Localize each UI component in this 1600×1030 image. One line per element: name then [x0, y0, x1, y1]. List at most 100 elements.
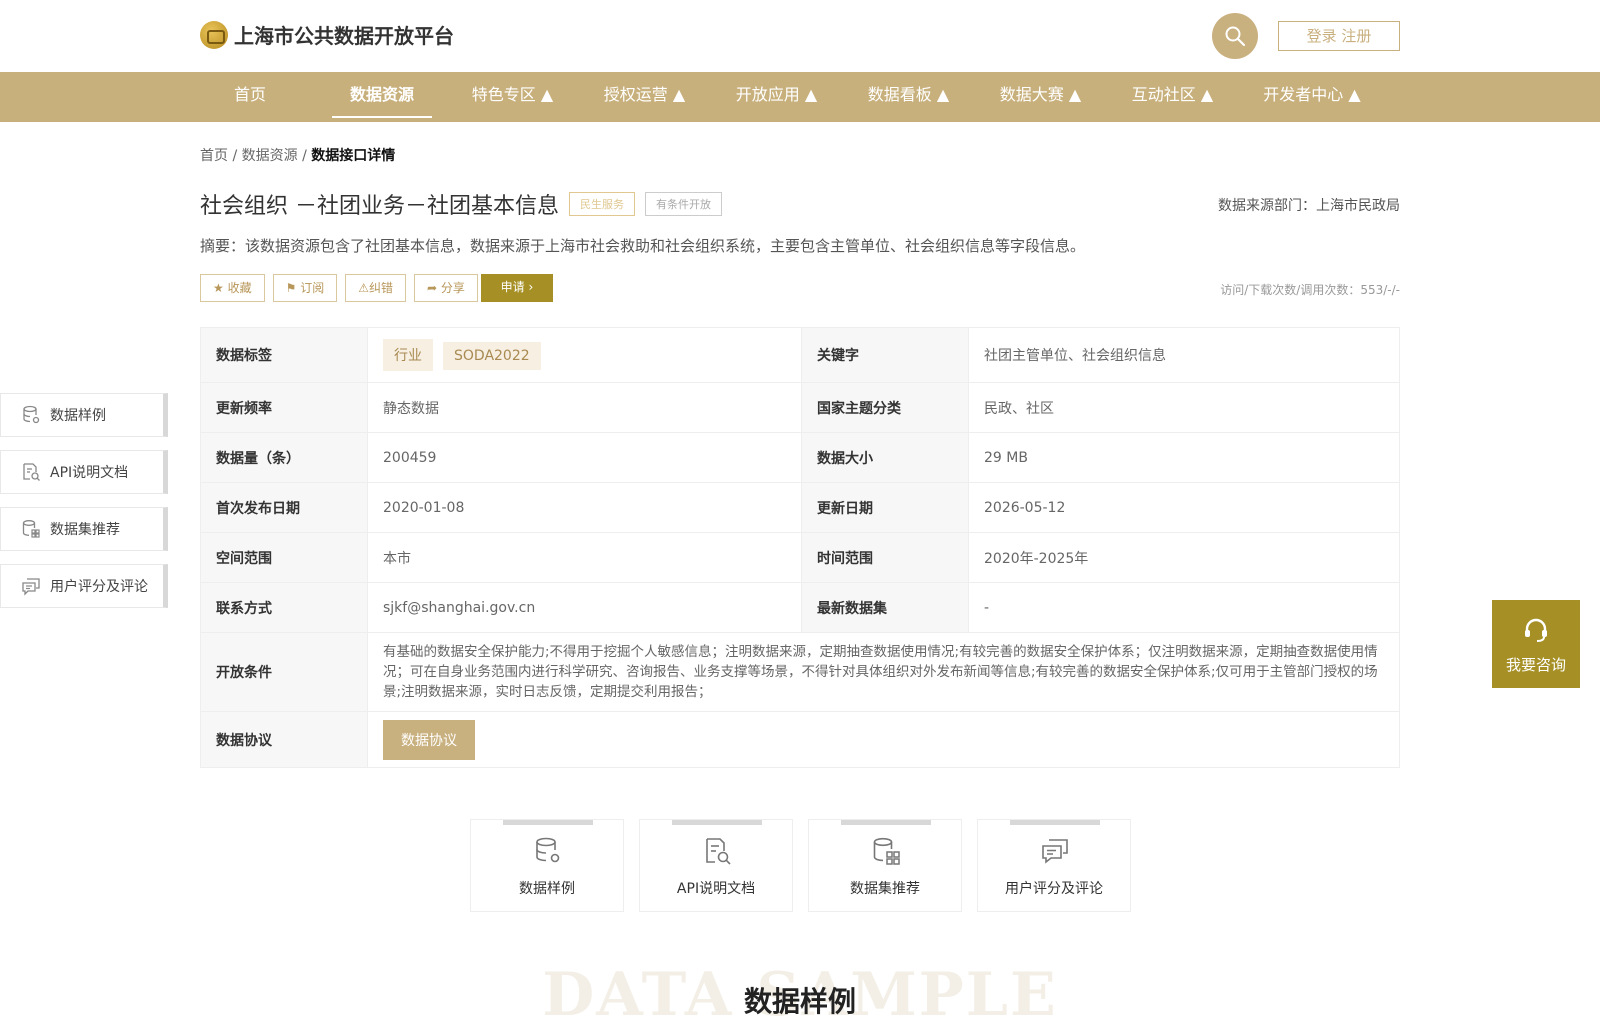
table-key: 最新数据集 — [801, 582, 969, 633]
card-label: API说明文档 — [676, 881, 756, 897]
logo-icon — [200, 20, 228, 49]
breadcrumb-current: 数据接口详情 — [311, 148, 396, 164]
subscribe-label: 订阅 — [300, 281, 325, 295]
apply-label: 申请 — [500, 280, 525, 294]
table-key: 开放条件 — [200, 632, 368, 712]
table-value: 数据协议 — [367, 711, 1400, 768]
login-register-button[interactable]: 登录 注册 — [1278, 21, 1400, 51]
side-nav: 数据样例 API说明文档 数据集推荐 用户评分及评论 — [0, 393, 168, 621]
table-row: 更新频率 静态数据 国家主题分类 民政、社区 — [200, 382, 1400, 433]
card-top-bar — [503, 820, 593, 825]
card-top-bar — [1010, 820, 1100, 825]
favorite-button[interactable]: ★ 收藏 — [200, 274, 265, 302]
table-key: 数据大小 — [801, 432, 969, 483]
table-key: 更新频率 — [200, 382, 368, 433]
card-top-bar — [672, 820, 762, 825]
breadcrumb-home[interactable]: 首页 — [200, 148, 228, 164]
table-value: 2026-05-12 — [968, 482, 1400, 533]
doc-search-icon — [706, 838, 731, 865]
consult-button[interactable]: 我要咨询 — [1492, 600, 1580, 688]
comments-icon — [1042, 839, 1068, 864]
nav-open-apps[interactable]: 开放应用 ▲ — [729, 72, 824, 122]
abstract: 摘要：该数据资源包含了社团基本信息，数据来源于上海市社会救助和社会组织系统，主要… — [200, 237, 1086, 255]
open-conditions-text: 有基础的数据安全保护能力;不得用于挖掘个人敏感信息；注明数据来源，定期抽查数据使… — [367, 632, 1400, 712]
site-title: 上海市公共数据开放平台 — [234, 24, 454, 48]
side-item-label: 用户评分及评论 — [50, 579, 148, 595]
visit-count: 访问/下载次数/调用次数：553/-/- — [1220, 283, 1400, 297]
share-icon: ➦ — [427, 281, 438, 295]
apply-button[interactable]: 申请 › — [481, 274, 553, 302]
latest-dataset-link[interactable]: - — [968, 582, 1400, 633]
database-grid-icon — [873, 837, 900, 865]
source-department: 数据来源部门：上海市民政局 — [1218, 198, 1400, 214]
table-value: 民政、社区 — [968, 382, 1400, 433]
side-item-label: 数据集推荐 — [50, 522, 120, 538]
section-title: 数据样例 — [743, 985, 856, 1018]
title-row: 社会组织 －社团业务－社团基本信息 民生服务 有条件开放 — [200, 188, 722, 220]
star-icon: ★ — [213, 281, 224, 295]
table-value: 2020年-2025年 — [968, 532, 1400, 583]
side-item-data-sample[interactable]: 数据样例 — [0, 393, 168, 437]
data-tag-chip[interactable]: 行业 — [383, 339, 433, 371]
table-key: 联系方式 — [200, 582, 368, 633]
nav-data-resources[interactable]: 数据资源 — [332, 72, 432, 122]
table-key: 国家主题分类 — [801, 382, 969, 433]
nav-data-board[interactable]: 数据看板 ▲ — [861, 72, 956, 122]
table-row: 数据标签 行业 SODA2022 关键字 社团主管单位、社会组织信息 — [200, 327, 1400, 383]
table-key: 数据标签 — [200, 327, 368, 383]
service-tag: 民生服务 — [569, 192, 635, 216]
table-row: 首次发布日期 2020-01-08 更新日期 2026-05-12 — [200, 482, 1400, 533]
table-value: 本市 — [367, 532, 802, 583]
table-key: 空间范围 — [200, 532, 368, 583]
nav-home[interactable]: 首页 — [225, 72, 275, 122]
data-protocol-button[interactable]: 数据协议 — [383, 719, 475, 760]
card-rating-comments[interactable]: 用户评分及评论 — [977, 819, 1131, 912]
subscribe-button[interactable]: ⚑ 订阅 — [272, 274, 338, 302]
card-dataset-recommend[interactable]: 数据集推荐 — [808, 819, 962, 912]
correct-button[interactable]: ⚠纠错 — [345, 274, 406, 302]
breadcrumb-resources[interactable]: 数据资源 — [242, 148, 298, 164]
table-value: 200459 — [367, 432, 802, 483]
table-value: 29 MB — [968, 432, 1400, 483]
side-item-rating-comments[interactable]: 用户评分及评论 — [0, 564, 168, 608]
warning-icon: ⚠ — [358, 281, 369, 295]
nav-developer[interactable]: 开发者中心 ▲ — [1257, 72, 1367, 122]
chevron-right-icon: › — [528, 280, 534, 294]
database-grid-icon — [21, 519, 41, 539]
table-row: 空间范围 本市 时间范围 2020年-2025年 — [200, 532, 1400, 583]
table-value: sjkf@shanghai.gov.cn — [367, 582, 802, 633]
headset-icon — [1525, 618, 1547, 642]
card-api-doc[interactable]: API说明文档 — [639, 819, 793, 912]
table-key: 首次发布日期 — [200, 482, 368, 533]
site-header: 上海市公共数据开放平台 登录 注册 — [0, 0, 1600, 72]
table-key: 更新日期 — [801, 482, 969, 533]
nav-authorized-ops[interactable]: 授权运营 ▲ — [597, 72, 692, 122]
site-logo[interactable]: 上海市公共数据开放平台 — [200, 20, 454, 49]
main-nav: 首页 数据资源 特色专区 ▲ 授权运营 ▲ 开放应用 ▲ 数据看板 ▲ 数据大赛… — [0, 72, 1600, 122]
action-bar: ★ 收藏 ⚑ 订阅 ⚠纠错 ➦ 分享 申请 › — [200, 274, 553, 302]
nav-data-contest[interactable]: 数据大赛 ▲ — [993, 72, 1088, 122]
nav-community[interactable]: 互动社区 ▲ — [1125, 72, 1220, 122]
side-item-label: 数据样例 — [50, 408, 106, 424]
section-cards: 数据样例 API说明文档 数据集推荐 用户评分及评论 — [470, 819, 1146, 912]
search-button[interactable] — [1212, 13, 1258, 59]
share-button[interactable]: ➦ 分享 — [414, 274, 478, 302]
table-value: 行业 SODA2022 — [367, 327, 802, 383]
data-tag-chip[interactable]: SODA2022 — [443, 342, 541, 370]
card-data-sample[interactable]: 数据样例 — [470, 819, 624, 912]
nav-special-zone[interactable]: 特色专区 ▲ — [465, 72, 560, 122]
table-key: 关键字 — [801, 327, 969, 383]
breadcrumb-sep: / — [297, 148, 312, 164]
table-value: 社团主管单位、社会组织信息 — [968, 327, 1400, 383]
share-label: 分享 — [440, 281, 465, 295]
side-item-api-doc[interactable]: API说明文档 — [0, 450, 168, 494]
card-label: 数据样例 — [519, 881, 575, 897]
open-type-tag: 有条件开放 — [645, 192, 722, 216]
card-label: 数据集推荐 — [850, 881, 920, 897]
table-row: 数据协议 数据协议 — [200, 711, 1400, 768]
page-title: 社会组织 －社团业务－社团基本信息 — [200, 194, 559, 219]
side-item-dataset-recommend[interactable]: 数据集推荐 — [0, 507, 168, 551]
table-value: 2020-01-08 — [367, 482, 802, 533]
table-row: 开放条件 有基础的数据安全保护能力;不得用于挖掘个人敏感信息；注明数据来源，定期… — [200, 632, 1400, 712]
doc-search-icon — [21, 462, 41, 482]
